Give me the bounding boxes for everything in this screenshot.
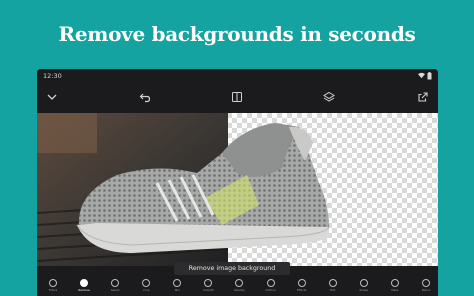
undo-icon[interactable] bbox=[138, 90, 152, 104]
wifi-icon bbox=[418, 72, 425, 79]
blend-icon bbox=[421, 279, 430, 287]
tablet-device: 12:30 Remove image background Filters Re… bbox=[37, 69, 438, 296]
tool-shape[interactable]: Shape bbox=[356, 278, 372, 296]
filters-icon bbox=[49, 279, 57, 287]
tool-outline[interactable]: Outline bbox=[263, 278, 279, 296]
image-canvas[interactable] bbox=[37, 113, 438, 266]
compare-icon[interactable] bbox=[230, 90, 244, 104]
tool-crop[interactable]: Crop bbox=[138, 278, 154, 296]
select-icon bbox=[111, 279, 120, 287]
tools-bar: Filters Remove Select Crop Mix Smooth Op… bbox=[37, 278, 438, 296]
shape-icon bbox=[359, 279, 368, 287]
shoe-photo bbox=[37, 113, 438, 266]
mix-icon bbox=[173, 279, 182, 287]
tool-remove[interactable]: Remove bbox=[76, 278, 92, 296]
status-time: 12:30 bbox=[43, 72, 62, 80]
tool-blend[interactable]: Blend bbox=[418, 278, 434, 296]
tool-filters[interactable]: Filters bbox=[45, 278, 61, 296]
editor-toolbar bbox=[37, 82, 438, 112]
tool-smooth[interactable]: Smooth bbox=[200, 278, 216, 296]
status-bar: 12:30 bbox=[37, 69, 438, 82]
battery-icon bbox=[427, 71, 432, 79]
tool-opacity[interactable]: Opacity bbox=[231, 278, 247, 296]
effects-icon bbox=[297, 279, 306, 287]
outline-icon bbox=[266, 279, 275, 287]
export-icon[interactable] bbox=[416, 90, 430, 104]
tool-effects[interactable]: Effects bbox=[294, 278, 310, 296]
chevron-down-icon[interactable] bbox=[45, 90, 59, 104]
remove-bg-icon bbox=[80, 279, 89, 287]
opacity-icon bbox=[235, 279, 244, 287]
tool-mix[interactable]: Mix bbox=[169, 278, 185, 296]
system-icons bbox=[418, 71, 432, 80]
layers-icon[interactable] bbox=[322, 90, 336, 104]
text-icon bbox=[328, 279, 337, 287]
remove-background-button[interactable]: Remove image background bbox=[174, 262, 290, 275]
tool-text[interactable]: Text bbox=[325, 278, 341, 296]
crop-icon bbox=[142, 279, 151, 287]
tool-select[interactable]: Select bbox=[107, 278, 123, 296]
headline: Remove backgrounds in seconds bbox=[58, 22, 416, 46]
smooth-icon bbox=[204, 279, 213, 287]
mask-icon bbox=[390, 279, 399, 287]
tool-mask[interactable]: Mask bbox=[387, 278, 403, 296]
